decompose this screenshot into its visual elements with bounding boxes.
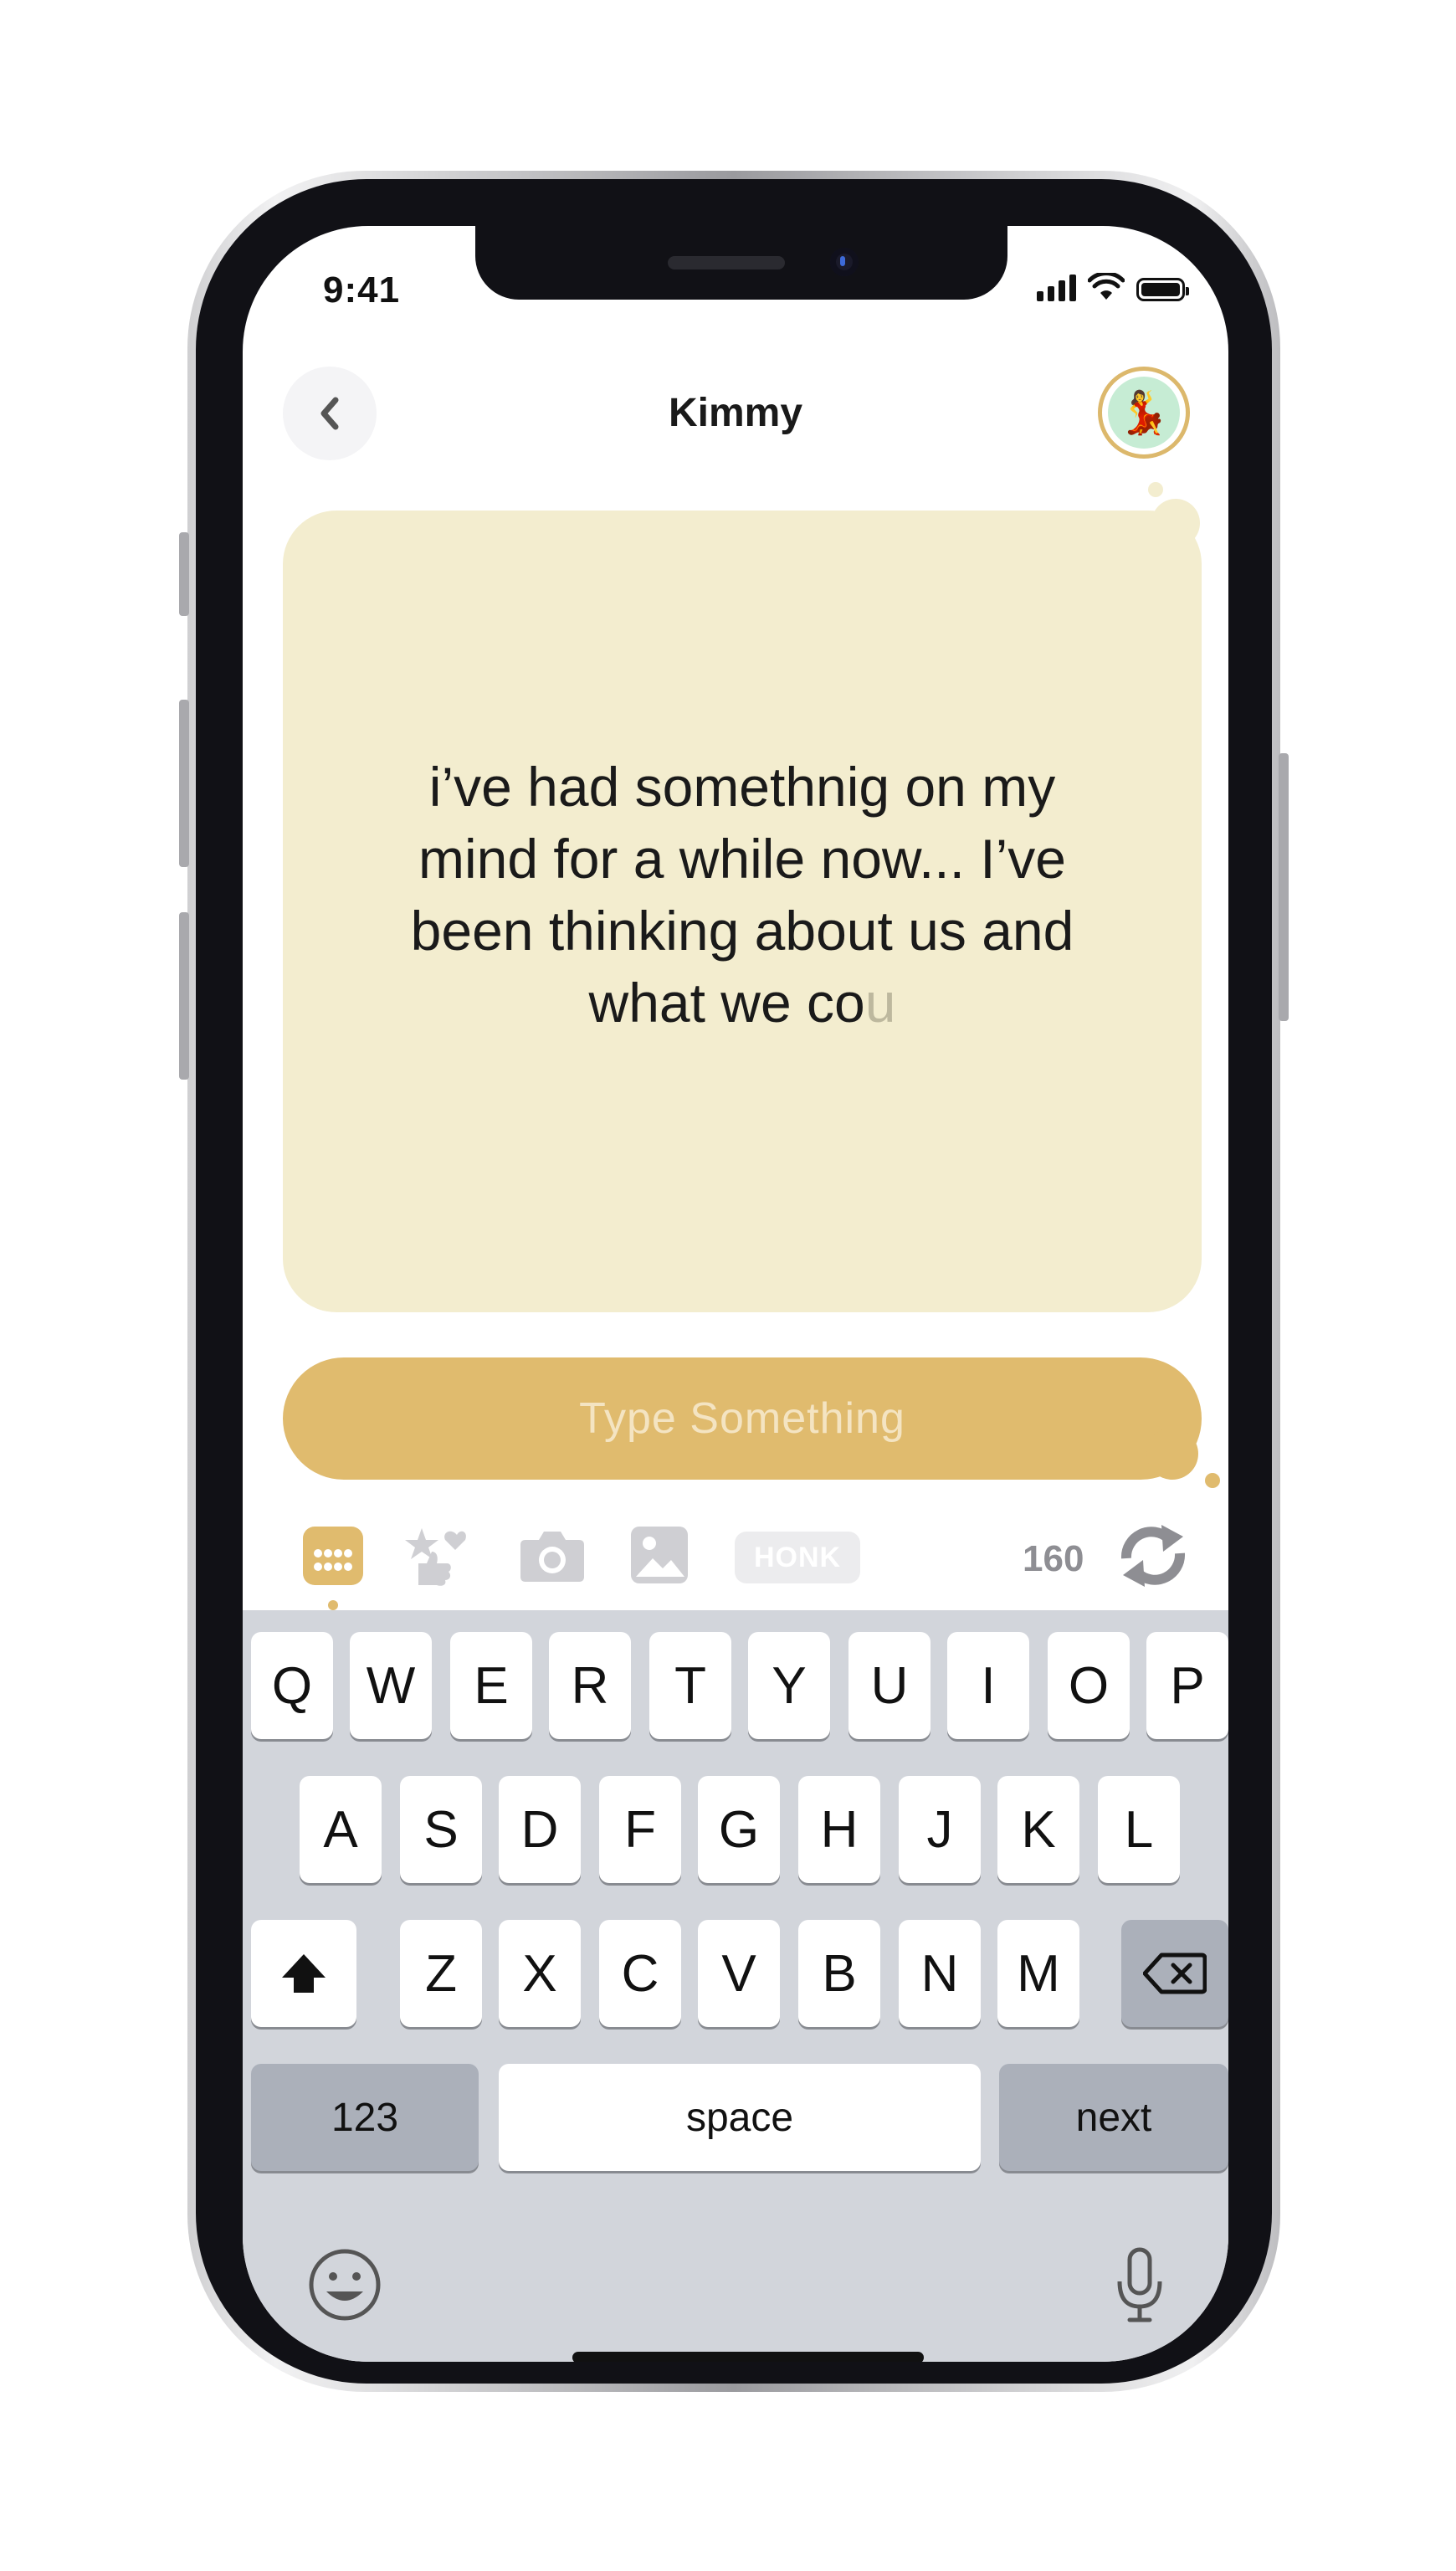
- emoji-button[interactable]: [308, 2248, 382, 2326]
- key-b[interactable]: B: [798, 1920, 880, 2027]
- bubble-dot: [1148, 482, 1163, 497]
- key-o[interactable]: O: [1048, 1632, 1130, 1739]
- key-u[interactable]: U: [848, 1632, 931, 1739]
- phone-screen: 9:41 Kimmy 💃 i’ve had somethnig on my mi…: [243, 226, 1228, 2362]
- key-z[interactable]: Z: [400, 1920, 482, 2027]
- message-text: i’ve had somethnig on my mind for a whil…: [366, 751, 1119, 1039]
- front-camera: [830, 248, 859, 276]
- key-m[interactable]: M: [997, 1920, 1079, 2027]
- key-h[interactable]: H: [798, 1776, 880, 1883]
- key-t[interactable]: T: [649, 1632, 731, 1739]
- key-w[interactable]: W: [350, 1632, 432, 1739]
- key-q[interactable]: Q: [251, 1632, 333, 1739]
- shift-key[interactable]: [251, 1920, 356, 2027]
- input-bubble-dot: [1146, 1428, 1198, 1480]
- key-i[interactable]: I: [947, 1632, 1029, 1739]
- input-bubble-dot: [1205, 1473, 1220, 1488]
- key-s[interactable]: S: [400, 1776, 482, 1883]
- speaker-grille: [668, 256, 785, 269]
- backspace-icon: [1143, 1953, 1207, 1994]
- power-button: [1279, 753, 1289, 1021]
- compose-toolbar: HONK 160: [243, 1515, 1228, 1610]
- camera-button[interactable]: [519, 1525, 586, 1588]
- emoji-icon: [309, 2249, 381, 2321]
- active-tool-indicator: [328, 1600, 338, 1610]
- wifi-icon: [1088, 273, 1125, 300]
- battery-icon: [1136, 278, 1189, 301]
- notch: [475, 226, 1007, 300]
- message-input[interactable]: Type Something: [283, 1357, 1202, 1480]
- key-k[interactable]: K: [997, 1776, 1079, 1883]
- dictation-button[interactable]: [1113, 2246, 1166, 2329]
- character-count: 160: [1023, 1538, 1084, 1579]
- camera-icon: [520, 1532, 584, 1582]
- keyboard: Q W E R T Y U I O P A S D F G H J K L Z …: [243, 1610, 1228, 2362]
- numbers-key[interactable]: 123: [251, 2064, 479, 2171]
- contact-avatar[interactable]: 💃: [1098, 367, 1190, 459]
- key-d[interactable]: D: [499, 1776, 581, 1883]
- image-icon: [631, 1527, 688, 1583]
- key-y[interactable]: Y: [748, 1632, 830, 1739]
- volume-down-button: [179, 912, 189, 1080]
- status-icons: [1037, 273, 1189, 301]
- keyboard-icon: [303, 1527, 363, 1585]
- message-input-placeholder: Type Something: [579, 1394, 905, 1443]
- message-fading-char: u: [864, 972, 896, 1034]
- message-body: i’ve had somethnig on my mind for a whil…: [410, 756, 1074, 1034]
- honk-button[interactable]: HONK: [735, 1532, 860, 1583]
- stickers-button[interactable]: [403, 1525, 479, 1591]
- key-e[interactable]: E: [450, 1632, 532, 1739]
- microphone-icon: [1117, 2247, 1162, 2322]
- volume-up-button: [179, 700, 189, 867]
- stickers-icon: [405, 1528, 466, 1586]
- refresh-button[interactable]: [1113, 1520, 1193, 1594]
- message-preview-card: i’ve had somethnig on my mind for a whil…: [283, 511, 1202, 1312]
- keyboard-button[interactable]: [301, 1525, 365, 1591]
- image-button[interactable]: [629, 1525, 690, 1589]
- key-c[interactable]: C: [599, 1920, 681, 2027]
- key-l[interactable]: L: [1098, 1776, 1180, 1883]
- next-key[interactable]: next: [999, 2064, 1228, 2171]
- key-x[interactable]: X: [499, 1920, 581, 2027]
- key-p[interactable]: P: [1146, 1632, 1228, 1739]
- key-v[interactable]: V: [698, 1920, 780, 2027]
- key-j[interactable]: J: [899, 1776, 981, 1883]
- silent-switch: [179, 532, 189, 616]
- key-n[interactable]: N: [899, 1920, 981, 2027]
- cellular-signal-icon: [1037, 273, 1076, 301]
- home-indicator[interactable]: [572, 2352, 924, 2362]
- space-key[interactable]: space: [499, 2064, 981, 2171]
- dancer-avatar-icon: 💃: [1108, 377, 1180, 449]
- status-time: 9:41: [323, 269, 401, 310]
- shift-icon: [282, 1954, 326, 1993]
- conversation-title: Kimmy: [668, 391, 803, 435]
- backspace-key[interactable]: [1121, 1920, 1228, 2027]
- key-f[interactable]: F: [599, 1776, 681, 1883]
- key-r[interactable]: R: [549, 1632, 631, 1739]
- refresh-icon: [1120, 1525, 1186, 1587]
- key-g[interactable]: G: [698, 1776, 780, 1883]
- key-a[interactable]: A: [300, 1776, 382, 1883]
